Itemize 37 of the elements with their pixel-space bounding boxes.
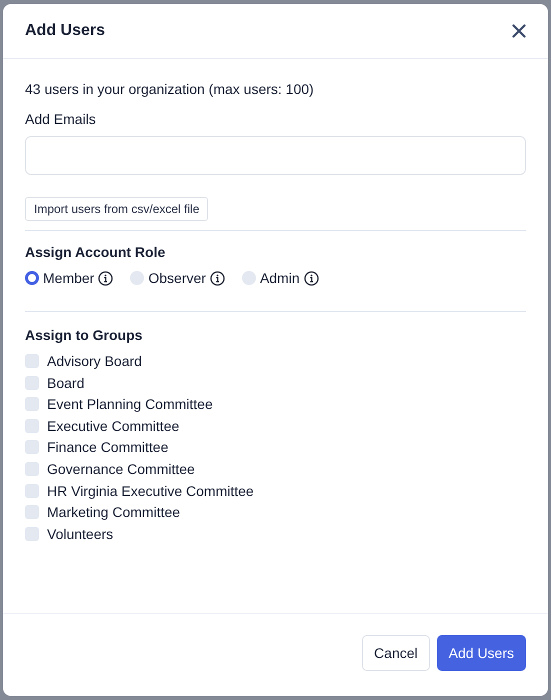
group-label[interactable]: Event Planning Committee bbox=[47, 396, 213, 412]
role-label[interactable]: Observer bbox=[148, 270, 206, 286]
emails-label: Add Emails bbox=[25, 111, 97, 127]
info-icon[interactable] bbox=[98, 270, 114, 286]
info-icon[interactable] bbox=[304, 270, 319, 286]
group-label[interactable]: Volunteers bbox=[47, 526, 114, 542]
group-checkbox[interactable] bbox=[25, 505, 39, 520]
group-label[interactable]: Executive Committee bbox=[47, 418, 180, 434]
group-checkbox[interactable] bbox=[25, 354, 39, 368]
cancel-button[interactable]: Cancel bbox=[362, 635, 430, 671]
add-users-button[interactable]: Add Users bbox=[436, 635, 526, 671]
info-icon[interactable] bbox=[210, 270, 225, 286]
dialog-title: Add Users bbox=[25, 22, 106, 40]
group-label[interactable]: Finance Committee bbox=[47, 439, 168, 456]
role-radio[interactable] bbox=[130, 271, 144, 285]
role-label[interactable]: Admin bbox=[260, 270, 300, 286]
group-checkbox[interactable] bbox=[25, 526, 39, 541]
import-button[interactable]: Import users from csv/excel file bbox=[25, 197, 208, 221]
close-icon[interactable] bbox=[512, 24, 526, 38]
group-label[interactable]: Board bbox=[47, 374, 84, 391]
group-label[interactable]: HR Virginia Executive Committee bbox=[47, 482, 254, 499]
group-checkbox[interactable] bbox=[25, 462, 39, 476]
group-checkbox[interactable] bbox=[25, 440, 39, 454]
emails-input-field[interactable] bbox=[25, 136, 526, 175]
group-checkbox[interactable] bbox=[25, 418, 39, 433]
role-radio[interactable] bbox=[242, 271, 256, 285]
group-checkbox[interactable] bbox=[25, 397, 39, 412]
role-radio[interactable] bbox=[25, 271, 39, 285]
group-checkbox[interactable] bbox=[25, 484, 39, 498]
group-label[interactable]: Marketing Committee bbox=[47, 504, 180, 520]
role-label[interactable]: Member bbox=[43, 270, 94, 286]
group-label[interactable]: Governance Committee bbox=[47, 460, 195, 477]
user-count-text: 43 users in your organization (max users: 100) bbox=[25, 81, 315, 97]
group-label[interactable]: Advisory Board bbox=[47, 353, 142, 369]
group-checkbox[interactable] bbox=[25, 376, 39, 390]
role-heading: Assign Account Role bbox=[25, 244, 166, 260]
groups-heading: Assign to Groups bbox=[25, 327, 144, 343]
